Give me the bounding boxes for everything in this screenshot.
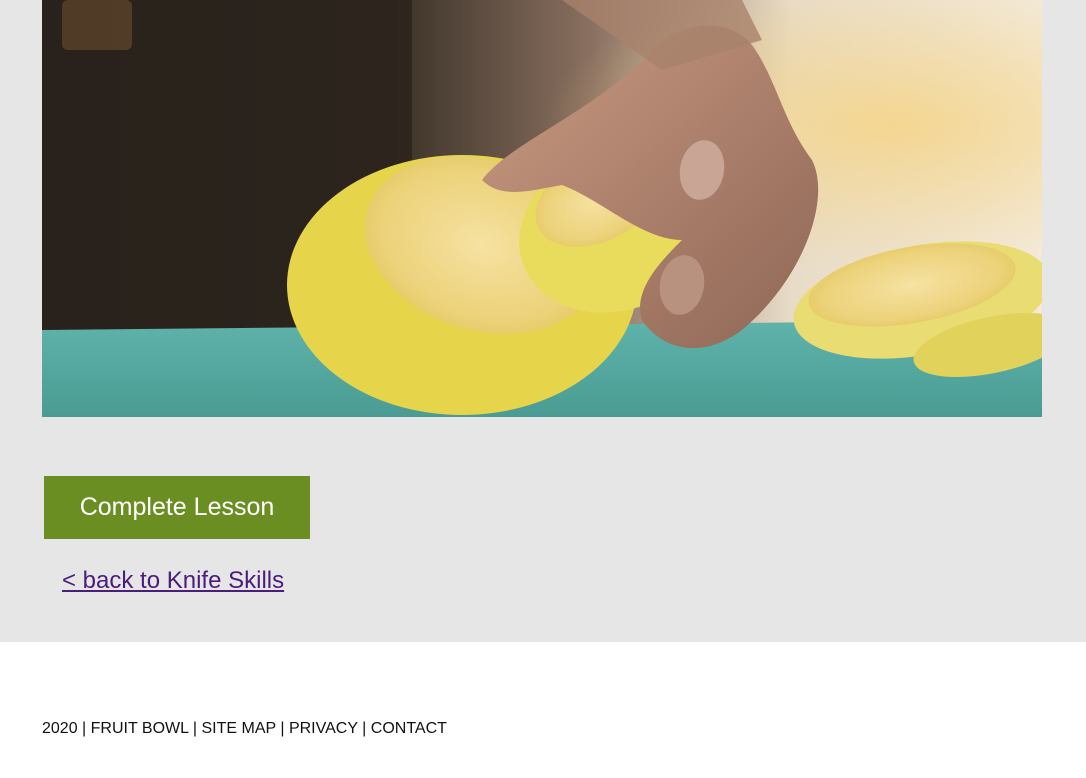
complete-lesson-button[interactable]: Complete Lesson: [44, 476, 310, 539]
footer-separator: |: [82, 720, 87, 737]
footer-link-fruit-bowl[interactable]: FRUIT BOWL: [91, 720, 189, 737]
footer-separator: |: [280, 720, 285, 737]
footer-separator: |: [362, 720, 367, 737]
footer: 2020 | FRUIT BOWL | SITE MAP | PRIVACY |…: [42, 720, 447, 738]
hero-image: [42, 0, 1042, 417]
footer-separator: |: [192, 720, 198, 737]
footer-year: 2020: [42, 720, 78, 737]
footer-link-site-map[interactable]: SITE MAP: [202, 720, 276, 737]
footer-link-contact[interactable]: CONTACT: [371, 720, 447, 737]
footer-link-privacy[interactable]: PRIVACY: [289, 720, 358, 737]
back-to-knife-skills-link[interactable]: < back to Knife Skills: [62, 567, 284, 595]
main-content: Complete Lesson < back to Knife Skills: [0, 0, 1086, 642]
